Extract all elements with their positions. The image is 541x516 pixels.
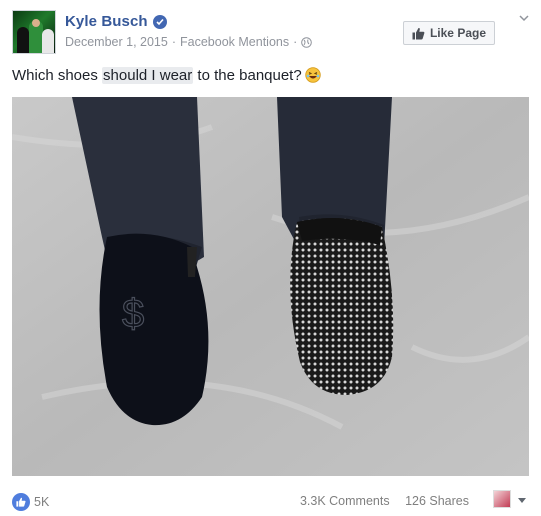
like-page-label: Like Page xyxy=(429,26,486,40)
likes-count: 5K xyxy=(34,495,50,509)
verified-badge-icon xyxy=(152,14,167,29)
laughing-emoji-icon xyxy=(305,67,321,83)
post-text-end: to the banquet? xyxy=(193,67,302,84)
like-reaction-icon xyxy=(12,493,30,511)
post-text-highlight: should I wear xyxy=(102,67,194,84)
thumbs-up-icon xyxy=(412,27,425,39)
svg-text:$: $ xyxy=(122,292,144,336)
author-avatar[interactable] xyxy=(12,10,56,54)
reactions-summary[interactable]: 5K xyxy=(12,493,49,511)
globe-icon xyxy=(301,36,313,48)
comments-count-link[interactable]: 3.3K Comments xyxy=(300,494,390,508)
meta-separator: · xyxy=(171,35,177,49)
meta-separator-2: · xyxy=(293,35,298,49)
post-photo[interactable]: $ xyxy=(12,97,529,476)
via-app-link[interactable]: Facebook Mentions xyxy=(180,35,289,49)
viewer-avatar[interactable] xyxy=(493,490,511,508)
post-text-start: Which shoes xyxy=(12,67,103,84)
post-footer: 5K 3.3K Comments 126 Shares xyxy=(12,490,529,512)
like-page-button[interactable]: Like Page xyxy=(402,21,495,45)
post-message: Which shoes should I wear to the banquet… xyxy=(12,66,321,86)
author-name-link[interactable]: Kyle Busch xyxy=(65,13,148,30)
post-meta: December 1, 2015 · Facebook Mentions · xyxy=(65,35,313,49)
post-date-link[interactable]: December 1, 2015 xyxy=(65,35,168,49)
chevron-down-icon[interactable] xyxy=(518,498,526,503)
post-header: Kyle Busch December 1, 2015 · Facebook M… xyxy=(12,10,529,55)
shares-count-link[interactable]: 126 Shares xyxy=(405,494,469,508)
